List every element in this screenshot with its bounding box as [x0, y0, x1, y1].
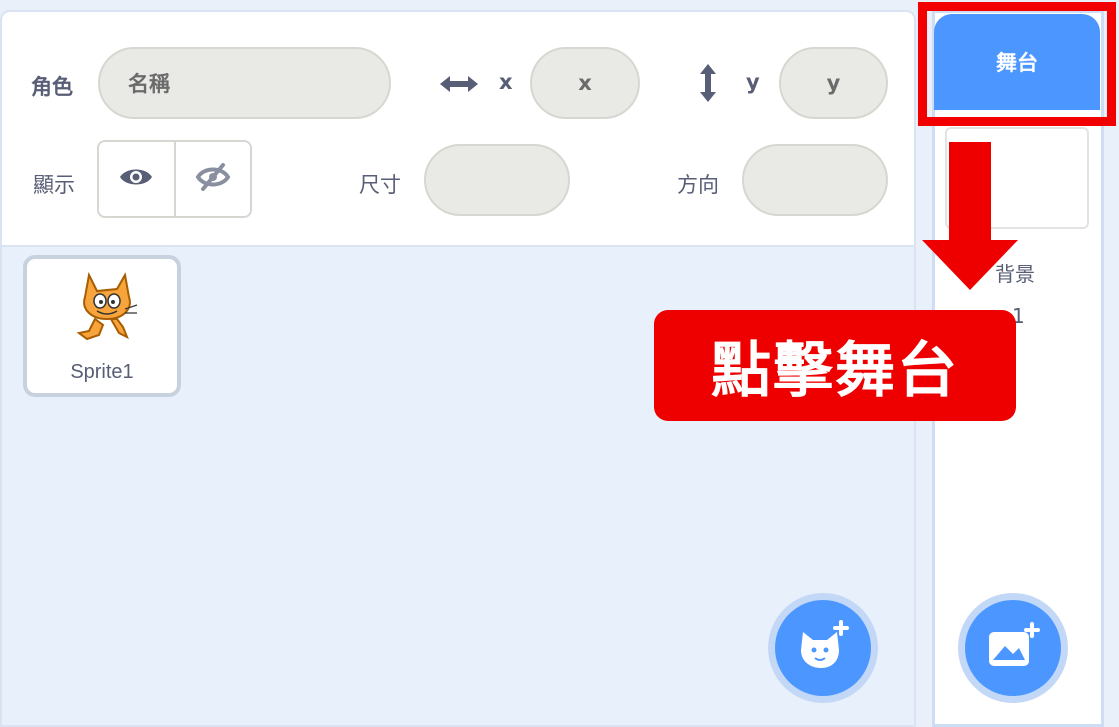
y-label: y: [746, 70, 760, 94]
down-arrow-icon: [922, 142, 1018, 294]
arrows-horizontal-icon: [438, 72, 480, 100]
direction-label: 方向: [677, 173, 719, 197]
cat-sprite-thumbnail: [67, 269, 147, 353]
sprite-tile[interactable]: Sprite1: [23, 255, 181, 397]
sprite-name-input[interactable]: 名稱: [98, 47, 391, 119]
arrows-vertical-icon: [696, 62, 720, 108]
x-input[interactable]: x: [530, 47, 640, 119]
x-label: x: [499, 70, 513, 94]
sprite-label: 角色: [31, 75, 73, 99]
callout-label: 點擊舞台: [654, 310, 1016, 421]
add-backdrop-button[interactable]: [958, 593, 1068, 703]
size-label: 尺寸: [359, 173, 401, 197]
direction-input[interactable]: [742, 144, 888, 216]
size-input[interactable]: [424, 144, 570, 216]
hide-button[interactable]: [173, 142, 251, 216]
sprite-info-panel: 角色 名稱 x x y y 顯示 尺寸 方向: [2, 12, 914, 247]
highlight-box: [918, 2, 1116, 126]
cat-add-icon: [795, 620, 851, 676]
show-label: 顯示: [33, 173, 75, 197]
visibility-toggle: [97, 140, 252, 218]
backdrop-add-icon: [985, 622, 1041, 674]
eye-icon: [118, 165, 154, 193]
eye-off-icon: [195, 162, 231, 196]
y-input[interactable]: y: [779, 47, 888, 119]
show-button[interactable]: [99, 142, 174, 216]
sprite-name: Sprite1: [70, 361, 134, 383]
add-sprite-button[interactable]: [768, 593, 878, 703]
